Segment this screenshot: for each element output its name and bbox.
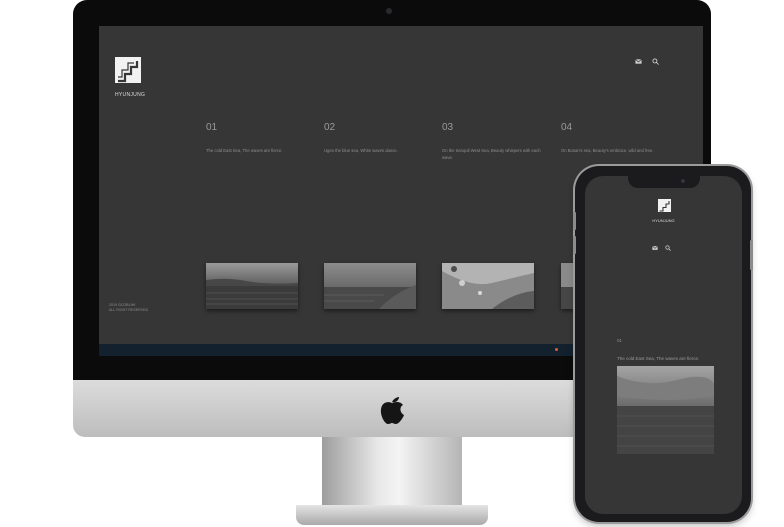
mobile-website-screen: HYUNJUNG 01 The cold East Sea, The waves…: [585, 176, 742, 514]
column-02[interactable]: 02 Ugeo the blue sea, White waves dance.: [324, 122, 424, 155]
mail-icon[interactable]: [652, 245, 658, 251]
phone-camera: [681, 179, 685, 183]
column-04[interactable]: 04 On Busan's sea, Beauty's embrace, wil…: [561, 122, 661, 155]
header-icons: [635, 58, 659, 65]
imac-stand: [322, 437, 462, 509]
column-03[interactable]: 03 On the tranquil West Sea, Beauty whis…: [442, 122, 542, 161]
sea-photo[interactable]: [617, 366, 714, 454]
imac-camera: [386, 8, 392, 14]
column-number: 01: [206, 122, 218, 133]
search-icon[interactable]: [665, 245, 671, 251]
section-number: 01: [617, 338, 623, 343]
copyright-line: ALL RIGHT RESERVED: [109, 308, 149, 312]
column-number: 03: [442, 122, 454, 133]
brand-name: HYUNJUNG: [652, 218, 675, 223]
section-text: The cold East Sea, The waves are fierce.: [617, 356, 700, 361]
column-number: 04: [561, 122, 573, 133]
phone-side-button: [573, 212, 576, 230]
column-text: On Busan's sea, Beauty's embrace, wild a…: [561, 148, 654, 153]
apple-logo-icon: [380, 397, 404, 424]
column-text: Ugeo the blue sea, White waves dance.: [324, 148, 398, 153]
search-icon[interactable]: [652, 58, 659, 65]
header-icons: [652, 245, 671, 251]
phone-side-button: [573, 236, 576, 254]
sea-photo-thumbnail[interactable]: [442, 263, 534, 309]
mail-icon[interactable]: [635, 58, 642, 65]
column-number: 02: [324, 122, 336, 133]
phone-notch: [628, 176, 700, 188]
copyright: 2019 GCOBLHK ALL RIGHT RESERVED: [109, 303, 148, 313]
column-01[interactable]: 01 The cold East Sea, The waves are fier…: [206, 122, 306, 155]
column-text: On the tranquil West Sea, Beauty whisper…: [442, 148, 541, 160]
brand-logo-icon[interactable]: [115, 57, 141, 89]
column-text: The cold East Sea, The waves are fierce.: [206, 148, 283, 153]
sea-photo-thumbnail[interactable]: [206, 263, 298, 309]
taskbar-indicator: [555, 348, 558, 351]
imac-stand-base: [296, 505, 488, 525]
phone-power-button: [750, 240, 753, 270]
brand-name: HYUNJUNG: [115, 92, 146, 98]
sea-photo-thumbnail[interactable]: [324, 263, 416, 309]
brand-logo-icon[interactable]: [658, 199, 671, 215]
